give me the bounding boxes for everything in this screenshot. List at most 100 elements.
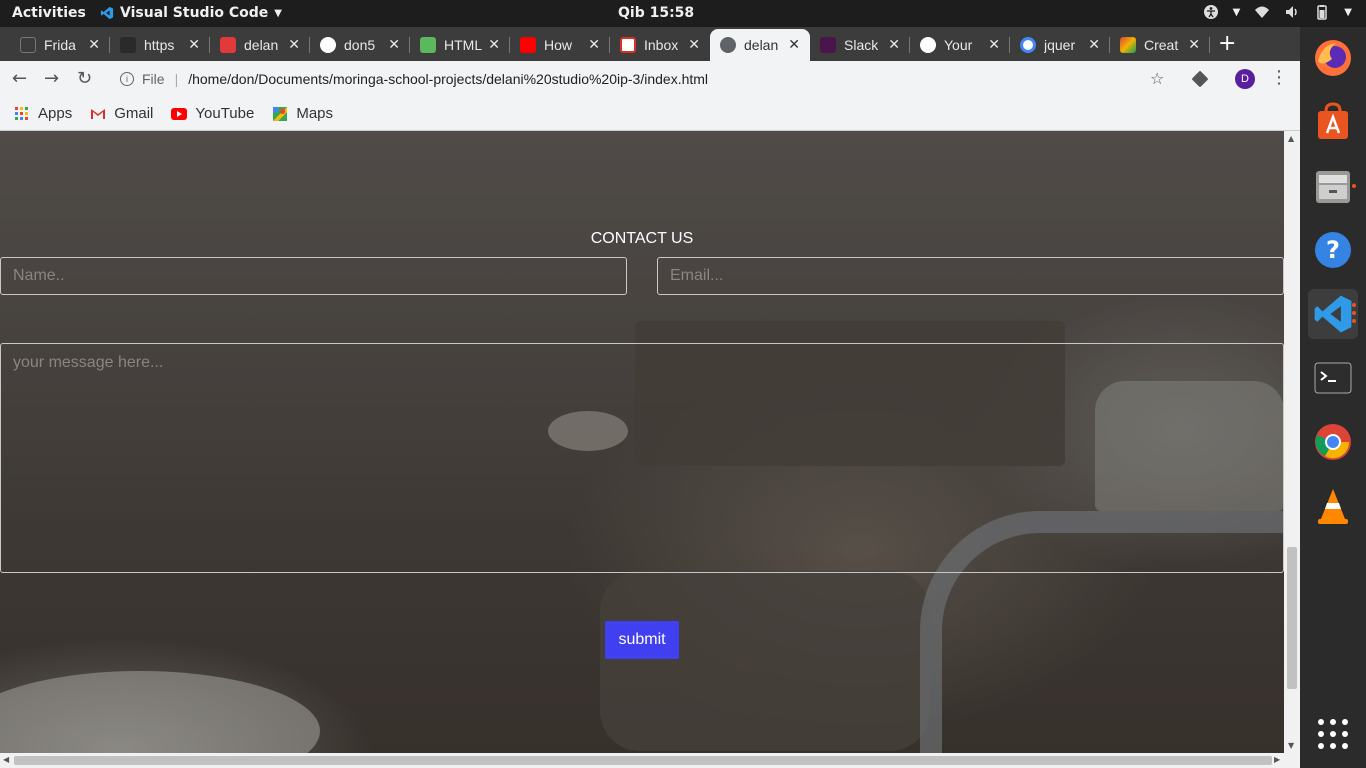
back-arrow-icon[interactable]: ←: [12, 68, 27, 89]
dock-software-center[interactable]: [1308, 97, 1358, 147]
email-input[interactable]: [657, 257, 1284, 295]
bookmark-star-icon[interactable]: ☆: [1150, 69, 1164, 88]
forward-arrow-icon[interactable]: →: [44, 68, 59, 89]
close-icon[interactable]: ✕: [88, 36, 100, 53]
github-icon: [920, 37, 936, 53]
app-menu-label: Visual Studio Code: [120, 5, 269, 21]
vscode-icon: [1314, 295, 1352, 333]
close-icon[interactable]: ✕: [1188, 36, 1200, 53]
message-textarea[interactable]: [0, 343, 1284, 573]
scroll-left-arrow-icon[interactable]: ◀: [3, 755, 9, 764]
dock-files[interactable]: [1308, 161, 1358, 211]
dock-help[interactable]: ?: [1308, 225, 1358, 275]
close-icon[interactable]: ✕: [388, 36, 400, 53]
address-bar[interactable]: i File | /home/don/Documents/moringa-sch…: [112, 65, 1172, 93]
browser-tab[interactable]: Inbox ✕: [610, 29, 710, 61]
close-icon[interactable]: ✕: [688, 36, 700, 53]
tab-title: Frida: [44, 37, 76, 53]
browser-tab[interactable]: Your ✕: [910, 29, 1010, 61]
browser-tab[interactable]: Slack ✕: [810, 29, 910, 61]
reload-icon[interactable]: ↻: [77, 68, 92, 89]
accessibility-icon[interactable]: [1203, 4, 1219, 20]
scroll-down-arrow-icon[interactable]: ▼: [1288, 741, 1294, 750]
dock-terminal[interactable]: [1308, 353, 1358, 403]
dock-vscode[interactable]: [1308, 289, 1358, 339]
tab-favicon: [20, 37, 36, 53]
profile-avatar[interactable]: D: [1235, 69, 1255, 89]
firefox-icon: [1315, 40, 1351, 76]
browser-tab[interactable]: How ✕: [510, 29, 610, 61]
info-icon[interactable]: i: [120, 72, 134, 86]
browser-tab[interactable]: Creat ✕: [1110, 29, 1210, 61]
tab-favicon: [220, 37, 236, 53]
bookmark-gmail[interactable]: Gmail: [90, 105, 153, 122]
tab-favicon: [420, 37, 436, 53]
browser-tab[interactable]: Frida ✕: [10, 29, 110, 61]
browser-tab[interactable]: don5 ✕: [310, 29, 410, 61]
tab-title: Your: [944, 37, 973, 53]
bookmark-apps[interactable]: Apps: [14, 105, 72, 122]
vertical-scrollbar[interactable]: ▲ ▼: [1284, 131, 1300, 753]
chevron-down-icon: ▼: [274, 7, 282, 19]
show-apps-icon: [1318, 719, 1348, 749]
new-tab-button[interactable]: +: [1218, 31, 1236, 56]
google-icon: [1020, 37, 1036, 53]
app-menu[interactable]: Visual Studio Code ▼: [100, 5, 282, 21]
browser-tab[interactable]: jquer ✕: [1010, 29, 1110, 61]
tab-title: Inbox: [644, 37, 679, 53]
name-input[interactable]: [0, 257, 627, 295]
scrollbar-thumb[interactable]: [1287, 547, 1297, 689]
slack-icon: [820, 37, 836, 53]
gnome-top-bar: Activities Visual Studio Code ▼ Qib 15:5…: [0, 0, 1366, 27]
system-tray[interactable]: ▼ ▼: [1203, 4, 1352, 20]
github-icon: [320, 37, 336, 53]
browser-tab[interactable]: HTML ✕: [410, 29, 510, 61]
close-icon[interactable]: ✕: [488, 36, 500, 53]
running-indicator: [1352, 303, 1356, 307]
chevron-down-icon[interactable]: ▼: [1233, 7, 1241, 18]
tab-title: https: [144, 37, 175, 53]
bookmark-maps[interactable]: Maps: [272, 105, 333, 122]
browser-tab[interactable]: https ✕: [110, 29, 210, 61]
running-indicator: [1352, 319, 1356, 323]
software-center-icon: [1318, 102, 1348, 139]
close-icon[interactable]: ✕: [288, 36, 300, 53]
browser-window: Frida ✕ https ✕ delan ✕ don5 ✕ HTML ✕ How ✕ In…: [0, 27, 1300, 131]
close-icon[interactable]: ✕: [1088, 36, 1100, 53]
dock-vlc[interactable]: [1308, 481, 1358, 531]
close-icon[interactable]: ✕: [188, 36, 200, 53]
activities-button[interactable]: Activities: [12, 5, 86, 21]
globe-icon: [720, 37, 736, 53]
tab-title: Slack: [844, 37, 879, 53]
horizontal-scrollbar[interactable]: ◀ ▶: [0, 753, 1300, 768]
ubuntu-dock: ?: [1300, 27, 1366, 768]
browser-tab-active[interactable]: delan ✕: [710, 29, 810, 61]
vscode-icon: [100, 6, 114, 20]
battery-icon[interactable]: [1314, 4, 1330, 20]
dock-show-apps[interactable]: [1308, 709, 1358, 759]
close-icon[interactable]: ✕: [588, 36, 600, 53]
tab-strip: Frida ✕ https ✕ delan ✕ don5 ✕ HTML ✕ How ✕ In…: [0, 27, 1300, 61]
tab-title: delan: [244, 37, 279, 53]
browser-tab[interactable]: delan ✕: [210, 29, 310, 61]
url-text[interactable]: /home/don/Documents/moringa-school-proje…: [188, 71, 708, 87]
scroll-right-arrow-icon[interactable]: ▶: [1274, 755, 1280, 764]
extension-icon[interactable]: [1191, 70, 1209, 88]
chevron-down-icon[interactable]: ▼: [1344, 7, 1352, 18]
clock[interactable]: Qib 15:58: [618, 5, 694, 21]
scroll-up-arrow-icon[interactable]: ▲: [1288, 134, 1294, 143]
dock-chrome[interactable]: [1308, 417, 1358, 467]
apps-grid-icon: [15, 106, 28, 120]
bookmark-youtube[interactable]: YouTube: [171, 105, 254, 122]
menu-kebab-icon[interactable]: ⋮: [1270, 67, 1288, 88]
close-icon[interactable]: ✕: [788, 36, 800, 53]
bookmark-label: Apps: [38, 105, 73, 122]
vlc-icon: [1318, 489, 1348, 524]
dock-firefox[interactable]: [1308, 33, 1358, 83]
submit-button[interactable]: submit: [605, 621, 679, 659]
close-icon[interactable]: ✕: [888, 36, 900, 53]
close-icon[interactable]: ✕: [988, 36, 1000, 53]
volume-icon[interactable]: [1284, 4, 1300, 20]
scrollbar-thumb[interactable]: [14, 756, 1272, 765]
wifi-icon[interactable]: [1254, 4, 1270, 20]
